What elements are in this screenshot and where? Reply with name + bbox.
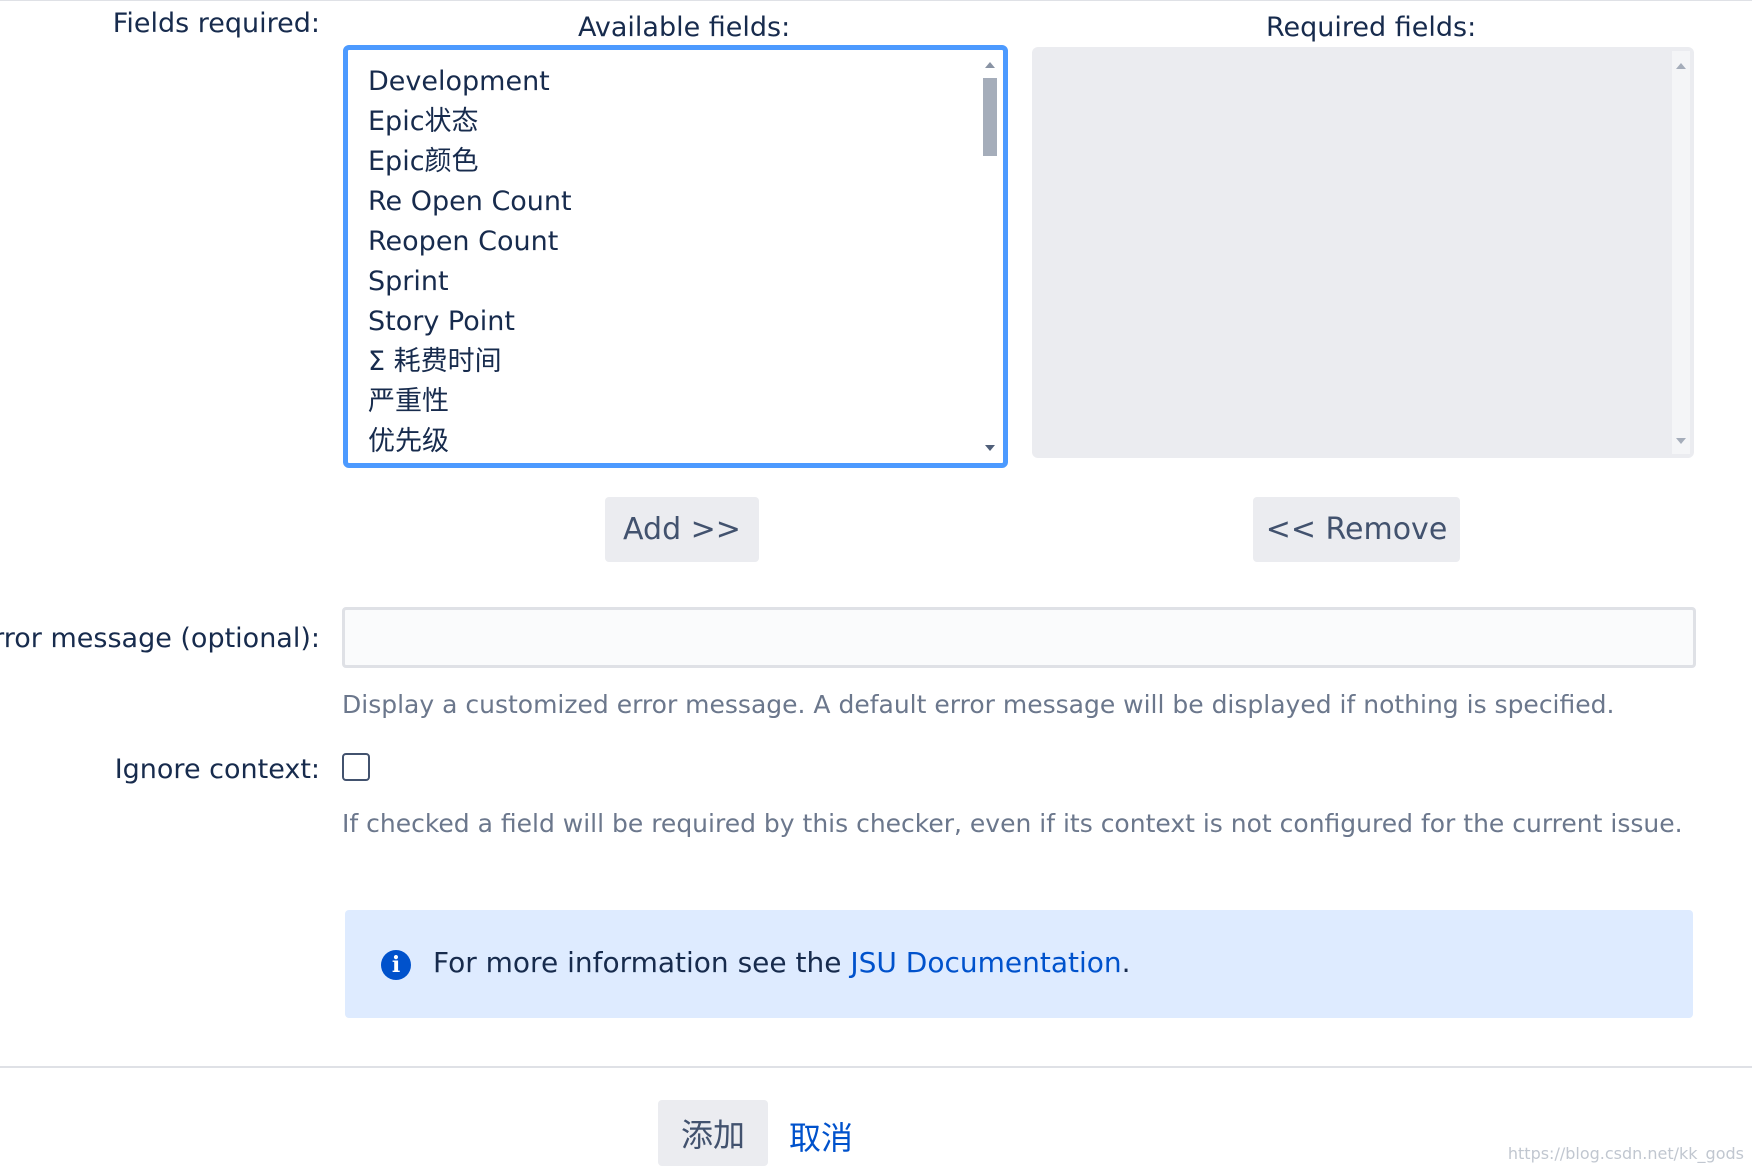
available-fields-list[interactable]: Development Epic状态 Epic颜色 Re Open Count … bbox=[343, 45, 1008, 468]
scroll-up-icon[interactable] bbox=[985, 62, 995, 68]
available-list-scrollbar[interactable] bbox=[981, 54, 999, 459]
scroll-down-icon[interactable] bbox=[985, 445, 995, 451]
fields-required-label: Fields required: bbox=[112, 8, 320, 39]
info-suffix: . bbox=[1121, 946, 1131, 979]
list-item[interactable]: Epic颜色 bbox=[368, 142, 1003, 182]
scroll-thumb[interactable] bbox=[983, 78, 997, 156]
workflow-validator-form: Fields required: Available fields: Requi… bbox=[0, 0, 1752, 1173]
info-prefix: For more information see the bbox=[433, 946, 851, 979]
error-message-input[interactable] bbox=[342, 607, 1696, 668]
jsu-documentation-link[interactable]: JSU Documentation bbox=[850, 946, 1121, 979]
error-message-help: Display a customized error message. A de… bbox=[342, 690, 1615, 719]
add-submit-button[interactable]: 添加 bbox=[658, 1100, 768, 1166]
list-item[interactable]: Development bbox=[368, 62, 1003, 102]
list-item[interactable]: Σ 耗费时间 bbox=[368, 342, 1003, 382]
cancel-link[interactable]: 取消 bbox=[789, 1113, 853, 1159]
remove-button[interactable]: << Remove bbox=[1253, 497, 1460, 562]
list-item[interactable]: Sprint bbox=[368, 262, 1003, 302]
list-item[interactable]: Story Point bbox=[368, 302, 1003, 342]
ignore-context-help: If checked a field will be required by t… bbox=[342, 809, 1683, 838]
list-item[interactable]: Epic状态 bbox=[368, 102, 1003, 142]
ignore-context-checkbox[interactable] bbox=[342, 753, 370, 781]
required-fields-header: Required fields: bbox=[1266, 12, 1477, 43]
list-item[interactable]: Re Open Count bbox=[368, 182, 1003, 222]
scroll-up-icon[interactable] bbox=[1676, 63, 1686, 69]
error-message-label: Error message (optional): bbox=[0, 623, 320, 654]
top-divider bbox=[0, 0, 1752, 1]
list-item[interactable]: 优先级 bbox=[368, 422, 1003, 462]
required-fields-list[interactable] bbox=[1032, 47, 1694, 458]
required-list-scrollbar[interactable] bbox=[1672, 51, 1690, 454]
add-button[interactable]: Add >> bbox=[605, 497, 759, 562]
watermark: https://blog.csdn.net/kk_gods bbox=[1507, 1144, 1744, 1163]
info-icon: i bbox=[381, 950, 411, 980]
info-message: i For more information see the JSU Docum… bbox=[345, 910, 1693, 1018]
ignore-context-label: Ignore context: bbox=[114, 754, 320, 785]
footer-divider bbox=[0, 1066, 1752, 1068]
list-item[interactable]: 严重性 bbox=[368, 382, 1003, 422]
list-item[interactable]: Reopen Count bbox=[368, 222, 1003, 262]
scroll-down-icon[interactable] bbox=[1676, 438, 1686, 444]
info-text: For more information see the JSU Documen… bbox=[433, 946, 1131, 979]
available-fields-header: Available fields: bbox=[578, 12, 791, 43]
